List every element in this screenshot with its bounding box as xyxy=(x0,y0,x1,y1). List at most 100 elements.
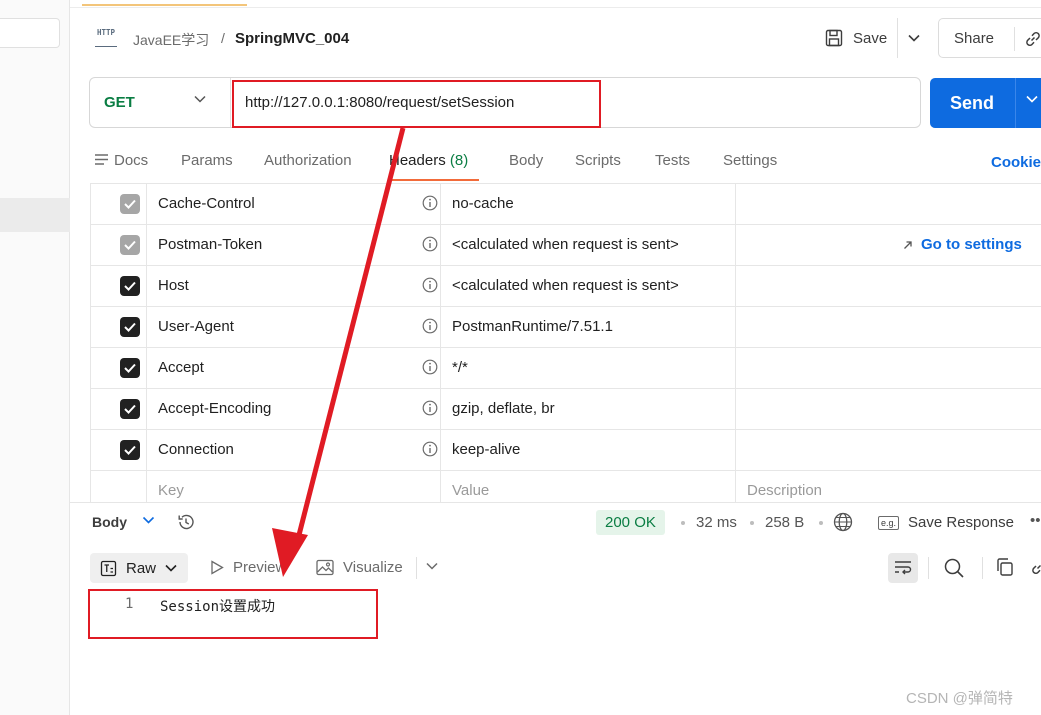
check-icon xyxy=(124,404,136,414)
link-icon[interactable] xyxy=(1023,29,1041,49)
chevron-down-icon[interactable] xyxy=(194,95,206,103)
response-size[interactable]: 258 B xyxy=(765,514,804,531)
header-value: no-cache xyxy=(452,195,514,212)
search-icon[interactable] xyxy=(943,557,965,579)
share-button[interactable]: Share xyxy=(938,18,1041,58)
status-badge: 200 OK xyxy=(596,510,665,535)
view-visualize-button[interactable]: Visualize xyxy=(316,559,403,576)
left-sidebar xyxy=(0,0,70,715)
copy-icon[interactable] xyxy=(995,557,1015,577)
history-icon[interactable] xyxy=(176,512,196,532)
breadcrumb-collection[interactable]: JavaEE学习 xyxy=(133,30,209,50)
header-value: */* xyxy=(452,359,468,376)
save-label: Save xyxy=(853,29,888,47)
http-icon: HTTP xyxy=(95,29,117,47)
sidebar-selected-item[interactable] xyxy=(0,198,70,232)
check-icon xyxy=(124,363,136,373)
wrap-lines-button[interactable] xyxy=(888,553,918,583)
separator-dot xyxy=(681,521,685,525)
toolbar-divider xyxy=(982,557,983,579)
tab-headers-label: Headers xyxy=(389,152,446,169)
active-tab-underline xyxy=(389,179,479,181)
breadcrumb-request-name[interactable]: SpringMVC_004 xyxy=(235,30,349,47)
chevron-down-icon[interactable] xyxy=(1026,95,1038,103)
header-divider xyxy=(70,7,1041,8)
check-icon xyxy=(124,240,136,250)
sidebar-search-input[interactable] xyxy=(0,18,60,48)
table-row: Accept */* xyxy=(90,347,1041,388)
tab-authorization[interactable]: Authorization xyxy=(264,152,352,169)
separator-dot xyxy=(750,521,754,525)
cookies-link[interactable]: Cookie xyxy=(991,154,1041,171)
row-checkbox[interactable] xyxy=(120,440,140,460)
tab-body[interactable]: Body xyxy=(509,152,543,169)
share-divider xyxy=(1014,27,1015,51)
row-checkbox[interactable] xyxy=(120,358,140,378)
play-icon xyxy=(211,560,224,575)
tab-params[interactable]: Params xyxy=(181,152,233,169)
toolbar-divider xyxy=(416,557,417,579)
header-key: User-Agent xyxy=(158,318,234,335)
table-row: Postman-Token <calculated when request i… xyxy=(90,224,1041,265)
info-icon[interactable] xyxy=(422,441,438,457)
tab-scripts[interactable]: Scripts xyxy=(575,152,621,169)
share-label: Share xyxy=(954,29,995,47)
info-icon[interactable] xyxy=(422,277,438,293)
toolbar-divider xyxy=(928,557,929,579)
go-to-settings-link[interactable]: Go to settings xyxy=(903,236,1022,253)
tab-settings[interactable]: Settings xyxy=(723,152,777,169)
response-highlight-box xyxy=(88,589,378,639)
save-response-button[interactable]: e.g. Save Response xyxy=(878,514,1014,531)
url-highlight-box xyxy=(232,80,601,128)
row-checkbox[interactable] xyxy=(120,399,140,419)
table-row: User-Agent PostmanRuntime/7.51.1 xyxy=(90,306,1041,347)
tab-headers[interactable]: Headers (8) xyxy=(389,152,468,169)
breadcrumb-separator: / xyxy=(221,30,225,46)
save-button[interactable]: Save xyxy=(825,26,887,50)
info-icon[interactable] xyxy=(422,318,438,334)
table-row: Cache-Control no-cache xyxy=(90,183,1041,224)
row-checkbox[interactable] xyxy=(120,276,140,296)
header-key: Connection xyxy=(158,441,234,458)
header-value: PostmanRuntime/7.51.1 xyxy=(452,318,613,335)
info-icon[interactable] xyxy=(422,359,438,375)
header-key: Host xyxy=(158,277,189,294)
row-checkbox[interactable] xyxy=(120,235,140,255)
globe-icon[interactable] xyxy=(832,511,854,533)
view-raw-label: Raw xyxy=(126,559,157,577)
tab-tests[interactable]: Tests xyxy=(655,152,690,169)
tab-headers-count: (8) xyxy=(449,152,469,169)
active-request-tab-indicator[interactable] xyxy=(82,0,247,6)
send-button[interactable]: Send xyxy=(930,78,1041,128)
table-row: Connection keep-alive xyxy=(90,429,1041,470)
info-icon[interactable] xyxy=(422,195,438,211)
row-checkbox[interactable] xyxy=(120,194,140,214)
chevron-down-icon xyxy=(165,564,177,572)
info-icon[interactable] xyxy=(422,400,438,416)
arrow-up-right-icon xyxy=(904,240,912,249)
tab-docs[interactable]: Docs xyxy=(95,152,148,169)
check-icon xyxy=(124,322,136,332)
send-divider xyxy=(1015,78,1016,128)
response-body-label[interactable]: Body xyxy=(92,514,127,530)
go-to-settings-label: Go to settings xyxy=(921,236,1022,253)
view-raw-select[interactable]: Raw xyxy=(90,553,188,583)
docs-icon xyxy=(95,154,108,165)
link-icon[interactable] xyxy=(1029,557,1041,577)
new-value-input[interactable]: Value xyxy=(452,482,489,499)
header-key: Postman-Token xyxy=(158,236,263,253)
info-icon[interactable] xyxy=(422,236,438,252)
chevron-down-icon[interactable] xyxy=(426,562,438,570)
chevron-down-icon[interactable] xyxy=(142,516,155,525)
new-key-input[interactable]: Key xyxy=(158,482,184,499)
view-preview-button[interactable]: Preview xyxy=(210,559,286,576)
response-time[interactable]: 32 ms xyxy=(696,514,737,531)
row-checkbox[interactable] xyxy=(120,317,140,337)
text-format-icon xyxy=(100,560,117,576)
check-icon xyxy=(124,281,136,291)
new-description-input[interactable]: Description xyxy=(747,482,822,499)
separator-dot xyxy=(819,521,823,525)
method-select[interactable]: GET xyxy=(104,94,135,111)
more-options-icon[interactable]: •• xyxy=(1030,512,1041,529)
save-options-button[interactable] xyxy=(897,18,929,58)
